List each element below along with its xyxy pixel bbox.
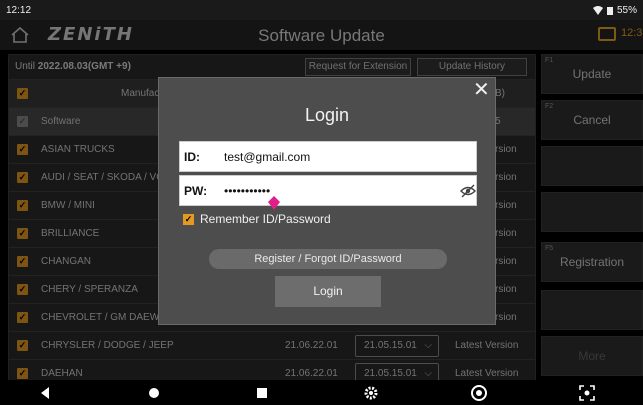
settings-gear-icon[interactable] bbox=[362, 384, 380, 402]
dialog-title: Login bbox=[304, 105, 350, 125]
close-icon[interactable]: ✕ bbox=[473, 80, 490, 100]
pw-label: PW: bbox=[184, 184, 208, 198]
register-forgot-link[interactable]: Register / Forgot ID/Password bbox=[209, 249, 447, 269]
checkbox-checked-icon: ✓ bbox=[183, 213, 194, 225]
back-icon[interactable] bbox=[36, 384, 54, 402]
recents-icon[interactable] bbox=[253, 384, 271, 402]
touch-cursor-icon bbox=[268, 196, 280, 210]
status-bar: 12:12 55% bbox=[0, 0, 643, 20]
id-label: ID: bbox=[184, 150, 200, 164]
password-field[interactable]: PW: ••••••••••• bbox=[179, 175, 477, 206]
id-field[interactable]: ID: test@gmail.com bbox=[179, 141, 477, 172]
hide-password-icon[interactable] bbox=[460, 184, 476, 198]
battery-percent: 55% bbox=[616, 4, 637, 16]
screenshot-icon[interactable] bbox=[578, 384, 596, 402]
remember-label: Remember ID/Password bbox=[200, 212, 331, 226]
login-button[interactable]: Login bbox=[275, 276, 381, 307]
status-icons: 55% bbox=[592, 4, 637, 16]
remember-checkbox[interactable]: ✓ Remember ID/Password bbox=[183, 212, 331, 226]
wifi-icon bbox=[592, 5, 603, 15]
navigation-bar bbox=[0, 380, 643, 405]
pw-value: ••••••••••• bbox=[224, 184, 271, 198]
battery-status-icon bbox=[606, 6, 613, 15]
clock: 12:12 bbox=[6, 4, 32, 16]
chrome-icon[interactable] bbox=[470, 384, 488, 402]
login-dialog: ✕ Login ID: test@gmail.com PW: •••••••••… bbox=[158, 77, 496, 325]
home-nav-icon[interactable] bbox=[145, 384, 163, 402]
id-value: test@gmail.com bbox=[224, 150, 311, 164]
